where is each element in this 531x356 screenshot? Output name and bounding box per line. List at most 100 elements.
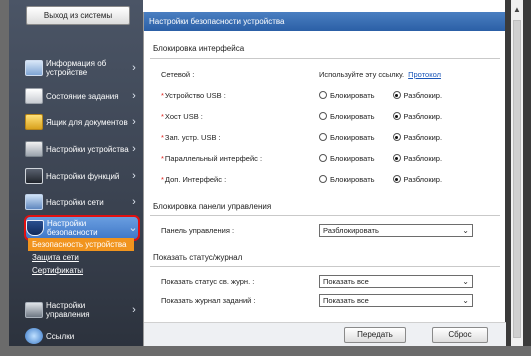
radio-button-icon[interactable] bbox=[319, 154, 327, 162]
radio-unlock[interactable]: Разблокир. bbox=[392, 90, 443, 100]
chevron-right-icon: › bbox=[132, 142, 136, 155]
chevron-down-icon: ⌄ bbox=[462, 225, 469, 235]
radio-unlock[interactable]: Разблокир. bbox=[392, 174, 443, 184]
sidebar-item-device-info[interactable]: Информация об устройстве › bbox=[25, 54, 139, 82]
radio-label: Разблокир. bbox=[403, 132, 443, 142]
network-settings-icon bbox=[25, 194, 43, 210]
divider bbox=[150, 58, 500, 59]
panel-lock-label: Панель управления : bbox=[161, 225, 235, 235]
chevron-down-icon: ⌄ bbox=[462, 295, 469, 305]
panel-title: Настройки безопасности устройства bbox=[144, 12, 505, 31]
interface-row-optional: *Доп. Интерфейс : Блокировать Разблокир. bbox=[161, 172, 496, 186]
row-label: Устройство USB : bbox=[164, 90, 226, 100]
scroll-up-arrow-icon[interactable]: ▲ bbox=[511, 4, 523, 16]
required-marker: * bbox=[161, 174, 164, 184]
interface-row-usb-host: *Хост USB : Блокировать Разблокир. bbox=[161, 109, 496, 123]
network-row: Сетевой : Используйте эту ссылку. Проток… bbox=[161, 67, 496, 81]
radio-button-icon[interactable] bbox=[319, 133, 327, 141]
document-box-icon bbox=[25, 114, 43, 130]
radio-button-selected-icon[interactable] bbox=[392, 91, 401, 99]
sidebar-item-document-box[interactable]: Ящик для документов › bbox=[25, 108, 139, 136]
radio-unlock[interactable]: Разблокир. bbox=[392, 153, 443, 163]
chevron-down-icon: ⌄ bbox=[128, 221, 138, 234]
main-panel: Настройки безопасности устройства Блокир… bbox=[143, 12, 506, 346]
radio-lock[interactable]: Блокировать bbox=[319, 91, 375, 100]
scrollbar-thumb[interactable] bbox=[513, 20, 521, 338]
log-row-status: Показать статус св. журн. : Показать все… bbox=[161, 274, 496, 288]
links-icon bbox=[25, 328, 43, 344]
radio-label: Блокировать bbox=[330, 132, 375, 142]
sidebar-item-device-settings[interactable]: Настройки устройства › bbox=[25, 135, 139, 163]
logout-button[interactable]: Выход из системы bbox=[26, 6, 130, 25]
sidebar-item-job-status[interactable]: Состояние задания › bbox=[25, 82, 139, 110]
sidebar-item-label: Ссылки bbox=[46, 331, 75, 341]
sub-link-device-security[interactable]: Безопасность устройства bbox=[28, 238, 134, 251]
section-title-interface-lock: Блокировка интерфейса bbox=[153, 44, 245, 53]
row-label: Показать журнал заданий : bbox=[161, 295, 256, 305]
chevron-down-icon: ⌄ bbox=[462, 276, 469, 286]
section-title-panel-lock: Блокировка панели управления bbox=[153, 202, 272, 211]
divider bbox=[150, 266, 500, 267]
job-log-select[interactable]: Показать все ⌄ bbox=[319, 293, 473, 307]
sidebar-item-function-settings[interactable]: Настройки функций › bbox=[25, 162, 139, 190]
sidebar-item-label: Настройки безопасности bbox=[47, 219, 98, 237]
window-frame-bottom bbox=[9, 346, 531, 356]
chevron-right-icon: › bbox=[132, 303, 136, 316]
select-value: Показать все bbox=[323, 276, 369, 286]
radio-button-selected-icon[interactable] bbox=[392, 133, 401, 141]
window-frame-left bbox=[0, 0, 9, 356]
radio-label: Разблокир. bbox=[403, 153, 443, 163]
required-marker: * bbox=[161, 111, 164, 121]
divider bbox=[150, 215, 500, 216]
status-log-select[interactable]: Показать все ⌄ bbox=[319, 274, 473, 288]
radio-label: Блокировать bbox=[330, 111, 375, 121]
required-marker: * bbox=[161, 153, 164, 163]
interface-row-parallel: *Параллельный интерфейс : Блокировать Ра… bbox=[161, 151, 496, 165]
panel-lock-select[interactable]: Разблокировать ⌄ bbox=[319, 223, 473, 237]
radio-lock[interactable]: Блокировать bbox=[319, 154, 375, 163]
radio-lock[interactable]: Блокировать bbox=[319, 112, 375, 121]
sub-link-network-protection[interactable]: Защита сети bbox=[28, 251, 134, 264]
radio-button-selected-icon[interactable] bbox=[392, 112, 401, 120]
function-settings-icon bbox=[25, 168, 43, 184]
sidebar-item-label: Настройки функций bbox=[46, 171, 120, 181]
sub-link-certificates[interactable]: Сертификаты bbox=[28, 264, 134, 277]
radio-lock[interactable]: Блокировать bbox=[319, 133, 375, 142]
radio-label: Блокировать bbox=[330, 174, 375, 184]
reset-button[interactable]: Сброс bbox=[432, 327, 488, 343]
radio-label: Разблокир. bbox=[403, 111, 443, 121]
sidebar-item-management-settings[interactable]: Настройки управления › bbox=[25, 296, 139, 324]
radio-unlock[interactable]: Разблокир. bbox=[392, 132, 443, 142]
row-label: Зап. устр. USB : bbox=[164, 132, 221, 142]
sidebar-item-label: Настройки сети bbox=[46, 197, 104, 207]
sidebar-item-network-settings[interactable]: Настройки сети › bbox=[25, 188, 139, 216]
radio-label: Разблокир. bbox=[403, 90, 443, 100]
submit-button[interactable]: Передать bbox=[344, 327, 406, 343]
interface-row-usb-device: *Устройство USB : Блокировать Разблокир. bbox=[161, 88, 496, 102]
row-label: Параллельный интерфейс : bbox=[164, 153, 263, 163]
management-settings-icon bbox=[25, 302, 43, 318]
radio-button-selected-icon[interactable] bbox=[392, 154, 401, 162]
section-title-log-status: Показать статус/журнал bbox=[153, 253, 243, 262]
panel-lock-row: Панель управления : Разблокировать ⌄ bbox=[161, 223, 496, 237]
chevron-right-icon: › bbox=[132, 89, 136, 102]
required-marker: * bbox=[161, 90, 164, 100]
radio-button-selected-icon[interactable] bbox=[392, 175, 401, 183]
shield-icon bbox=[26, 220, 44, 236]
radio-button-icon[interactable] bbox=[319, 91, 327, 99]
sidebar-item-label: Состояние задания bbox=[46, 91, 119, 101]
select-value: Разблокировать bbox=[323, 225, 379, 235]
radio-button-icon[interactable] bbox=[319, 175, 327, 183]
row-label: Показать статус св. журн. : bbox=[161, 276, 255, 286]
radio-label: Блокировать bbox=[330, 90, 375, 100]
radio-unlock[interactable]: Разблокир. bbox=[392, 111, 443, 121]
sidebar-item-label: Настройки управления bbox=[46, 301, 90, 319]
radio-lock[interactable]: Блокировать bbox=[319, 175, 375, 184]
radio-label: Разблокир. bbox=[403, 174, 443, 184]
required-marker: * bbox=[161, 132, 164, 142]
device-settings-icon bbox=[25, 141, 43, 157]
job-status-icon bbox=[25, 88, 43, 104]
protocol-link[interactable]: Протокол bbox=[408, 70, 441, 79]
radio-button-icon[interactable] bbox=[319, 112, 327, 120]
vertical-scrollbar[interactable]: ▲ bbox=[511, 0, 523, 346]
